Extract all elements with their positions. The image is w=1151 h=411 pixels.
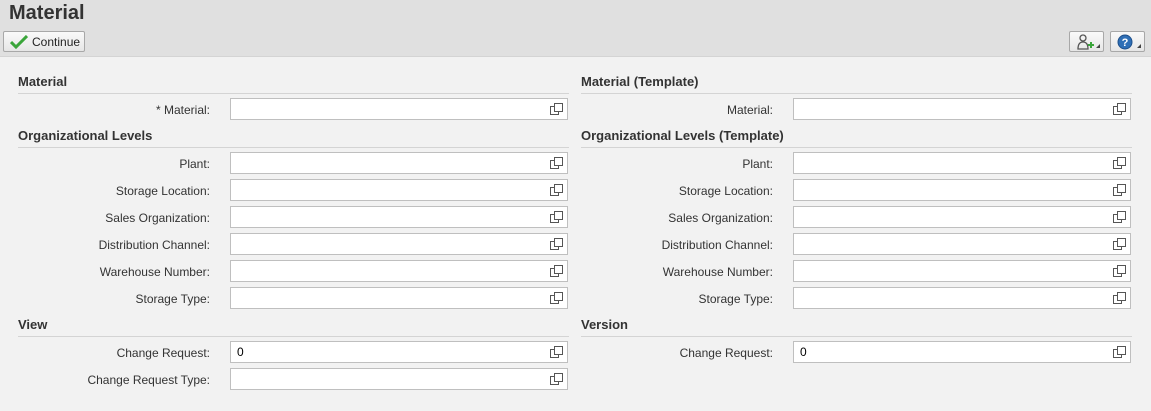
section-material-template: Material (Template) [581,74,1132,94]
value-help-icon[interactable] [550,184,563,196]
template-storage-type-field[interactable] [793,287,1131,309]
template-change-request-label: Change Request: [679,346,773,360]
template-sales-organization-label: Sales Organization: [668,211,773,225]
continue-button[interactable]: Continue [3,31,85,52]
template-sales-organization-field[interactable] [793,206,1131,228]
value-help-icon[interactable] [1113,184,1126,196]
value-help-icon[interactable] [1113,238,1126,250]
warehouse-number-field[interactable] [230,260,568,282]
sales-organization-label: Sales Organization: [105,211,210,225]
template-plant-input[interactable] [794,153,1106,173]
section-view: View [18,317,569,337]
storage-location-field[interactable] [230,179,568,201]
template-storage-type-label: Storage Type: [698,292,774,306]
storage-location-input[interactable] [231,180,543,200]
value-help-icon[interactable] [550,157,563,169]
storage-type-label: Storage Type: [135,292,211,306]
material-input[interactable] [231,99,543,119]
svg-text:?: ? [1122,37,1129,49]
dropdown-arrow-icon [1096,44,1100,48]
value-help-icon[interactable] [550,238,563,250]
template-warehouse-number-field[interactable] [793,260,1131,282]
sales-organization-input[interactable] [231,207,543,227]
template-storage-location-input[interactable] [794,180,1106,200]
distribution-channel-label: Distribution Channel: [98,238,210,252]
value-help-icon[interactable] [550,373,563,385]
distribution-channel-input[interactable] [231,234,543,254]
change-request-label: Change Request: [116,346,210,360]
dropdown-arrow-icon [1137,44,1141,48]
template-change-request-field[interactable] [793,341,1131,363]
value-help-icon[interactable] [550,265,563,277]
required-marker: * [155,103,161,117]
value-help-icon[interactable] [550,103,563,115]
value-help-icon[interactable] [1113,211,1126,223]
value-help-icon[interactable] [1113,103,1126,115]
help-icon: ? [1117,34,1133,50]
template-distribution-channel-input[interactable] [794,234,1106,254]
template-storage-location-label: Storage Location: [678,184,773,198]
material-field[interactable] [230,98,568,120]
value-help-icon[interactable] [1113,292,1126,304]
template-change-request-input[interactable] [794,342,1106,362]
section-org-levels: Organizational Levels [18,128,569,148]
template-warehouse-number-label: Warehouse Number: [662,265,773,279]
change-request-type-label: Change Request Type: [87,373,210,387]
value-help-icon[interactable] [1113,346,1126,358]
template-storage-type-input[interactable] [794,288,1106,308]
material-label: * Material: [156,103,210,117]
template-warehouse-number-input[interactable] [794,261,1106,281]
template-distribution-channel-field[interactable] [793,233,1131,255]
distribution-channel-field[interactable] [230,233,568,255]
storage-type-field[interactable] [230,287,568,309]
section-version: Version [581,317,1132,337]
continue-label: Continue [32,34,81,49]
user-settings-button[interactable] [1069,31,1104,52]
change-request-input[interactable] [231,342,543,362]
checkmark-icon [10,34,28,49]
page-title: Material [9,2,85,24]
change-request-type-field[interactable] [230,368,568,390]
section-material: Material [18,74,569,94]
template-material-label: Material: [726,103,773,117]
plant-label: Plant: [179,157,210,171]
template-sales-organization-input[interactable] [794,207,1106,227]
template-material-field[interactable] [793,98,1131,120]
user-settings-icon [1077,34,1094,50]
template-plant-label: Plant: [742,157,773,171]
value-help-icon[interactable] [1113,157,1126,169]
material-label-text: Material: [163,103,210,117]
plant-field[interactable] [230,152,568,174]
template-storage-location-field[interactable] [793,179,1131,201]
value-help-icon[interactable] [550,292,563,304]
template-material-input[interactable] [794,99,1106,119]
template-plant-field[interactable] [793,152,1131,174]
value-help-icon[interactable] [1113,265,1126,277]
header-bar: Material Continue ? [0,0,1151,57]
help-button[interactable]: ? [1110,31,1145,52]
warehouse-number-label: Warehouse Number: [99,265,210,279]
plant-input[interactable] [231,153,543,173]
change-request-type-input[interactable] [231,369,543,389]
section-org-levels-template: Organizational Levels (Template) [581,128,1132,148]
template-distribution-channel-label: Distribution Channel: [661,238,773,252]
warehouse-number-input[interactable] [231,261,543,281]
change-request-field[interactable] [230,341,568,363]
value-help-icon[interactable] [550,346,563,358]
storage-type-input[interactable] [231,288,543,308]
storage-location-label: Storage Location: [115,184,210,198]
sales-organization-field[interactable] [230,206,568,228]
value-help-icon[interactable] [550,211,563,223]
